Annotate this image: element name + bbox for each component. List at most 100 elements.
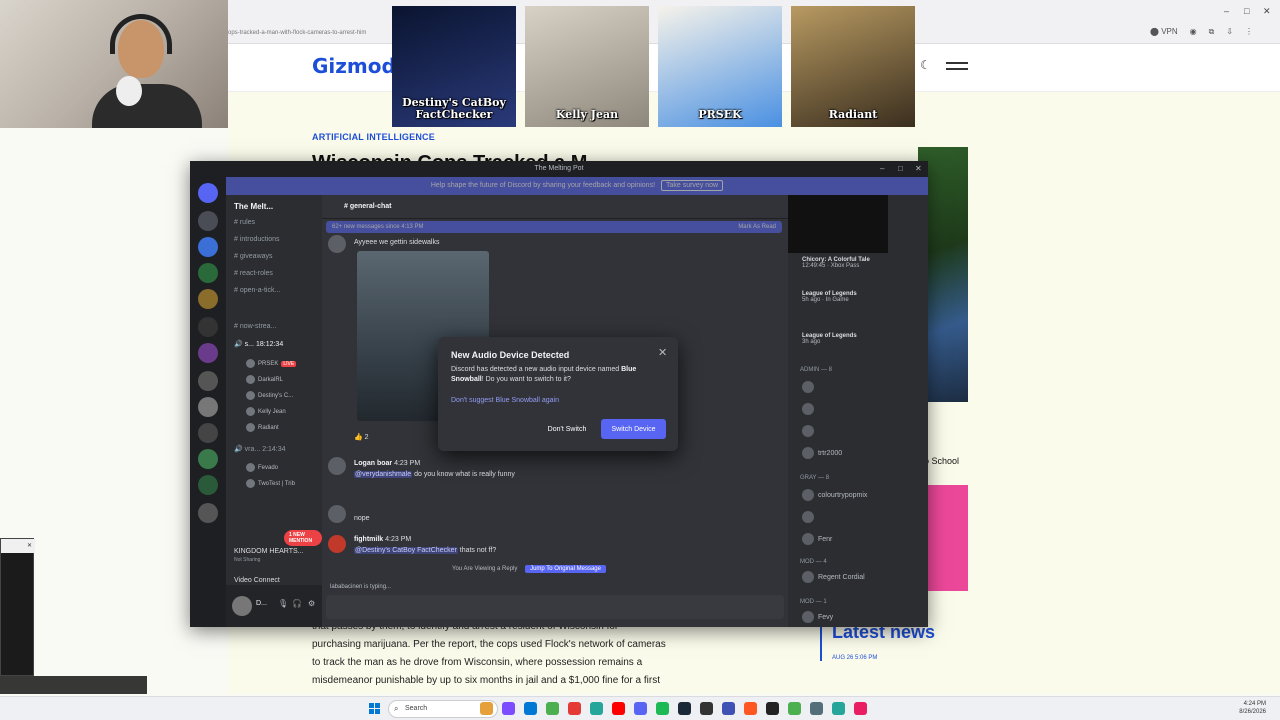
maximize-icon[interactable]: □ <box>898 161 903 177</box>
user-mention[interactable]: @Destiny's CatBoy FactChecker <box>354 547 458 554</box>
new-mention-pill[interactable]: 1 NEW MENTION <box>284 530 322 546</box>
new-messages-bar[interactable]: 62+ new messages since 4:13 PM Mark As R… <box>326 221 782 233</box>
channel-introductions[interactable]: # introductions <box>234 236 280 243</box>
member[interactable]: colourtrypopmix <box>802 489 867 501</box>
member[interactable] <box>802 425 818 437</box>
switch-device-button[interactable]: Switch Device <box>601 419 666 439</box>
channel-rules[interactable]: # rules <box>234 219 255 226</box>
channel-react-roles[interactable]: # react-roles <box>234 270 273 277</box>
microphone-icon[interactable]: 🎙 <box>278 599 288 608</box>
server-icon[interactable] <box>198 289 218 309</box>
member[interactable]: trtr2000 <box>802 447 842 459</box>
system-clock[interactable]: 4:24 PM 8/26/2026 <box>1224 700 1266 716</box>
member[interactable] <box>802 511 818 523</box>
hamburger-menu-button[interactable] <box>946 62 968 74</box>
taskbar-app-icon[interactable] <box>502 702 515 715</box>
channel-giveaways[interactable]: # giveaways <box>234 253 273 260</box>
server-icon[interactable] <box>198 423 218 443</box>
channel-now-streaming[interactable]: # now-strea... <box>234 323 276 330</box>
minimize-icon[interactable]: – <box>880 161 884 177</box>
taskbar-app-icon[interactable] <box>700 702 713 715</box>
avatar[interactable] <box>232 596 252 616</box>
member[interactable]: Fevy <box>802 611 833 623</box>
member[interactable] <box>802 403 818 415</box>
close-icon[interactable]: ✕ <box>915 161 922 177</box>
stream-preview[interactable] <box>788 195 888 253</box>
activity-status[interactable]: KINGDOM HEARTS... <box>234 548 304 555</box>
member[interactable] <box>802 381 818 393</box>
server-icon[interactable] <box>198 449 218 469</box>
taskbar-app-icon[interactable] <box>568 702 581 715</box>
server-icon[interactable] <box>198 237 218 257</box>
downloads-icon[interactable]: ⇩ <box>1226 27 1233 37</box>
server-icon[interactable] <box>198 475 218 495</box>
mark-as-read-button[interactable]: Mark As Read <box>738 221 776 233</box>
message-input[interactable] <box>326 595 784 619</box>
taskbar-app-icon[interactable] <box>612 702 625 715</box>
voice-user[interactable]: DarkalRL <box>246 375 283 384</box>
sidebar-text[interactable]: o School <box>924 456 959 466</box>
sidebar-ad[interactable] <box>926 485 968 591</box>
jump-to-original-button[interactable]: Jump To Original Message <box>525 565 606 573</box>
moon-icon[interactable]: ☾ <box>920 58 931 72</box>
taskbar-app-icon[interactable] <box>744 702 757 715</box>
voice-channel[interactable]: 🔊 s... 18:12:34 <box>234 340 283 348</box>
voice-user[interactable]: Kelly Jean <box>246 407 286 416</box>
member[interactable]: Fenr <box>802 533 832 545</box>
taskbar-app-icon[interactable] <box>480 702 493 715</box>
taskbar-app-icon[interactable] <box>634 702 647 715</box>
avatar[interactable] <box>328 457 346 475</box>
taskbar-app-icon[interactable] <box>810 702 823 715</box>
server-icon[interactable] <box>198 397 218 417</box>
member-activity[interactable]: League of Legends 3h ago <box>802 333 914 345</box>
take-survey-button[interactable]: Take survey now <box>660 180 724 191</box>
member[interactable]: Regent Cordial <box>802 571 865 583</box>
taskbar-app-icon[interactable] <box>766 702 779 715</box>
voice-user[interactable]: PRSEK LIVE <box>246 359 297 368</box>
channel-open-ticket[interactable]: # open-a-tick... <box>234 287 280 294</box>
close-icon[interactable]: ✕ <box>1 539 35 553</box>
voice-user[interactable]: TwoTest | Trib <box>246 479 295 488</box>
extensions-icon[interactable]: ⧉ <box>1209 27 1215 37</box>
taskbar-app-icon[interactable] <box>524 702 537 715</box>
article-category[interactable]: ARTIFICIAL INTELLIGENCE <box>312 132 435 142</box>
minimize-icon[interactable]: – <box>1224 6 1229 16</box>
reaction[interactable]: 👍 2 <box>354 433 369 441</box>
voice-user[interactable]: Destiny's C... <box>246 391 293 400</box>
profile-icon[interactable]: ◉ <box>1190 27 1197 37</box>
dont-switch-button[interactable]: Don't Switch <box>538 419 596 439</box>
user-mention[interactable]: @verydanishmale <box>354 471 413 478</box>
avatar[interactable] <box>328 505 346 523</box>
server-icon[interactable] <box>198 343 218 363</box>
headphones-icon[interactable]: 🎧 <box>292 599 302 608</box>
video-connect[interactable]: Video Connect <box>234 577 280 584</box>
taskbar-app-icon[interactable] <box>656 702 669 715</box>
member-activity[interactable]: Chicory: A Colorful Tale 12:49:45 · Xbox … <box>802 257 914 269</box>
close-window-icon[interactable]: ✕ <box>1263 6 1271 17</box>
close-icon[interactable]: ✕ <box>658 346 667 359</box>
taskbar-app-icon[interactable] <box>722 702 735 715</box>
voice-user[interactable]: Radiant <box>246 423 279 432</box>
voice-channel-2[interactable]: 🔊 vra... 2:14:34 <box>234 445 286 453</box>
avatar[interactable] <box>328 535 346 553</box>
taskbar-app-icon[interactable] <box>546 702 559 715</box>
home-icon[interactable] <box>198 183 218 203</box>
taskbar-app-icon[interactable] <box>788 702 801 715</box>
message-author[interactable]: fightmilk <box>354 536 383 543</box>
taskbar-app-icon[interactable] <box>832 702 845 715</box>
server-icon[interactable] <box>198 263 218 283</box>
taskbar-app-icon[interactable] <box>590 702 603 715</box>
avatar[interactable] <box>328 235 346 253</box>
member-activity[interactable]: League of Legends 5h ago · In Game <box>802 291 914 303</box>
vpn-button[interactable]: ⬤ VPN <box>1150 27 1178 37</box>
voice-user[interactable]: Fevado <box>246 463 278 472</box>
server-icon[interactable] <box>198 371 218 391</box>
settings-icon[interactable]: ⚙ <box>308 599 315 608</box>
taskbar-app-icon[interactable] <box>678 702 691 715</box>
maximize-icon[interactable]: □ <box>1244 6 1249 16</box>
menu-icon[interactable]: ⋮ <box>1245 27 1253 37</box>
dont-suggest-link[interactable]: Don't suggest Blue Snowball again <box>451 397 559 404</box>
taskbar-app-icon[interactable] <box>854 702 867 715</box>
server-icon[interactable] <box>198 503 218 523</box>
windows-start-icon[interactable] <box>369 703 380 714</box>
